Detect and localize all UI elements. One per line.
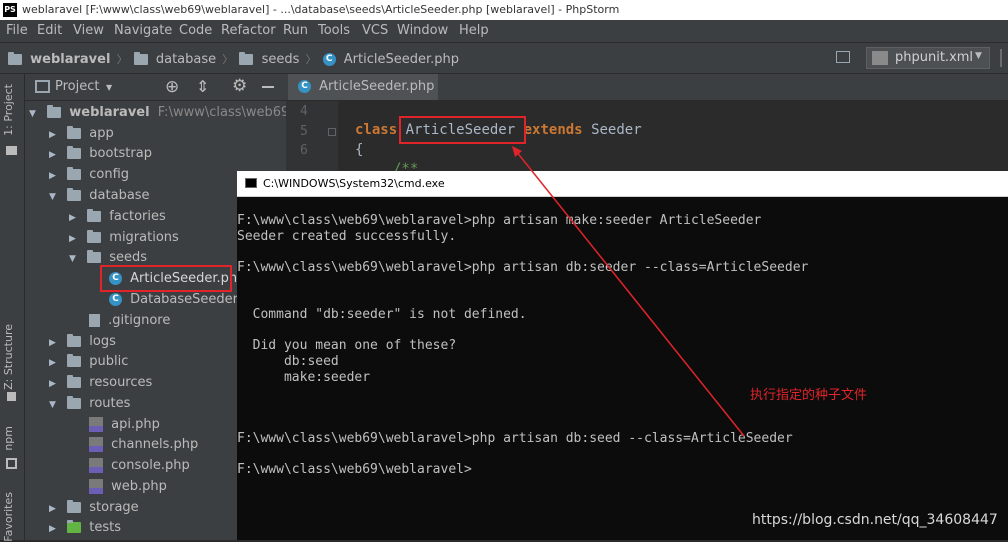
annotation-label: 执行指定的种子文件 <box>750 388 868 403</box>
annotation-arrow <box>512 146 745 437</box>
watermark: https://blog.csdn.net/qq_34608447 <box>752 512 998 528</box>
